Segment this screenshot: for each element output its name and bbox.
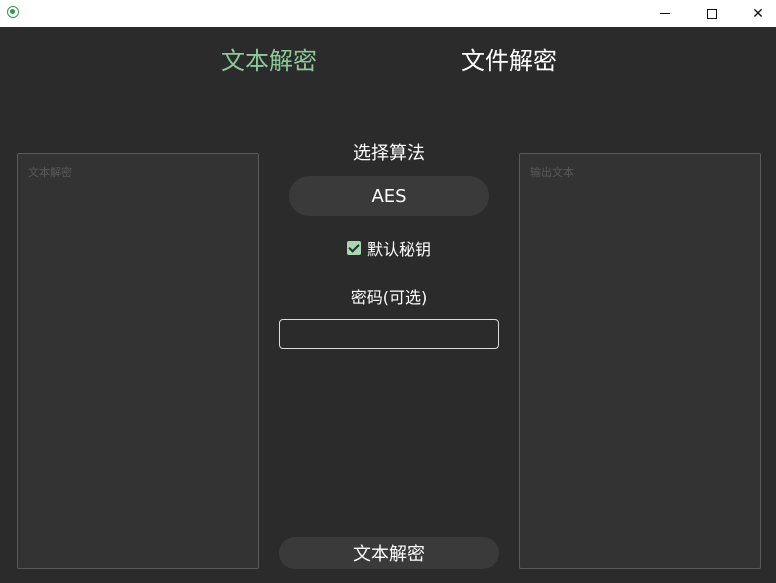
default-key-label: 默认秘钥: [367, 240, 432, 259]
close-icon: ✕: [752, 5, 764, 22]
output-text-area[interactable]: 输出文本: [519, 153, 761, 569]
tab-file-decrypt[interactable]: 文件解密: [461, 45, 557, 77]
password-label: 密码(可选): [350, 288, 428, 307]
default-key-checkbox[interactable]: 默认秘钥: [347, 237, 431, 259]
app-icon: [7, 6, 19, 18]
checkbox-checked-icon: [347, 241, 361, 255]
input-text-area[interactable]: 文本解密: [17, 153, 259, 569]
output-placeholder: 输出文本: [530, 166, 574, 179]
input-placeholder: 文本解密: [28, 166, 72, 179]
main-content: 文本解密 文件解密 文本解密 选择算法 AES 默认秘钥 密码(可选) 输出文本…: [0, 27, 776, 583]
algorithm-select[interactable]: AES: [289, 176, 489, 216]
decrypt-button[interactable]: 文本解密: [279, 537, 499, 569]
tab-text-decrypt[interactable]: 文本解密: [221, 45, 317, 77]
password-input[interactable]: [279, 319, 499, 349]
maximize-button[interactable]: [689, 0, 735, 27]
maximize-icon: [707, 8, 717, 19]
title-bar: ✕: [0, 0, 776, 27]
decrypt-button-label: 文本解密: [353, 544, 425, 565]
minimize-icon: [660, 13, 670, 14]
close-button[interactable]: ✕: [735, 0, 776, 27]
minimize-button[interactable]: [642, 0, 688, 27]
algorithm-label: 选择算法: [353, 143, 425, 164]
algorithm-value: AES: [371, 185, 407, 207]
